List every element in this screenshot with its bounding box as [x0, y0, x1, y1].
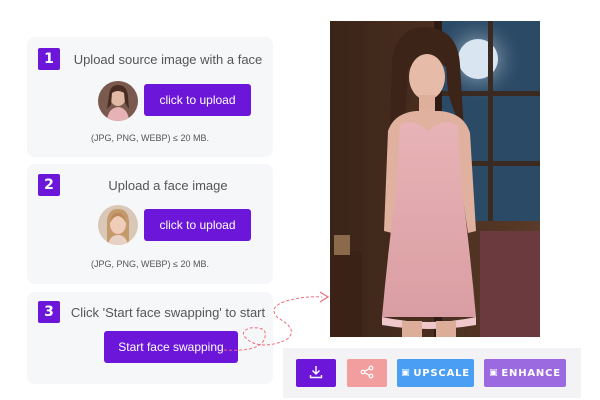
step-2-title: Upload a face image	[108, 178, 228, 193]
source-image-thumbnail[interactable]	[98, 81, 138, 121]
enhance-icon: ▣	[489, 368, 499, 378]
upscale-label: UPSCALE	[413, 367, 470, 379]
face-image-thumbnail[interactable]	[98, 205, 138, 245]
share-icon	[360, 365, 374, 382]
start-face-swapping-button[interactable]: Start face swapping	[104, 331, 238, 363]
download-button[interactable]	[296, 359, 336, 387]
upscale-button[interactable]: ▣ UPSCALE	[397, 359, 474, 387]
share-button[interactable]	[347, 359, 387, 387]
step-1-formats: (JPG, PNG, WEBP) ≤ 20 MB.	[91, 133, 209, 143]
result-toolbar: ▣ UPSCALE ▣ ENHANCE	[283, 348, 581, 398]
step-1-title: Upload source image with a face	[73, 52, 263, 67]
arrow-head-icon	[319, 291, 330, 303]
enhance-button[interactable]: ▣ ENHANCE	[484, 359, 566, 387]
result-preview-image	[330, 21, 540, 337]
step-2-badge: 2	[38, 174, 60, 196]
step-3-card: 3 Click 'Start face swapping' to start S…	[27, 292, 273, 384]
download-icon	[309, 365, 323, 382]
step-3-badge: 3	[38, 301, 60, 323]
step-2-card: 2 Upload a face image click to upload (J…	[27, 164, 273, 284]
upload-source-button[interactable]: click to upload	[144, 84, 251, 116]
step-1-badge: 1	[38, 48, 60, 70]
enhance-label: ENHANCE	[501, 367, 561, 379]
upload-face-button[interactable]: click to upload	[144, 209, 251, 241]
step-3-title: Click 'Start face swapping' to start	[70, 305, 266, 320]
step-2-formats: (JPG, PNG, WEBP) ≤ 20 MB.	[91, 259, 209, 269]
step-1-card: 1 Upload source image with a face click …	[27, 37, 273, 157]
upscale-icon: ▣	[401, 368, 411, 378]
